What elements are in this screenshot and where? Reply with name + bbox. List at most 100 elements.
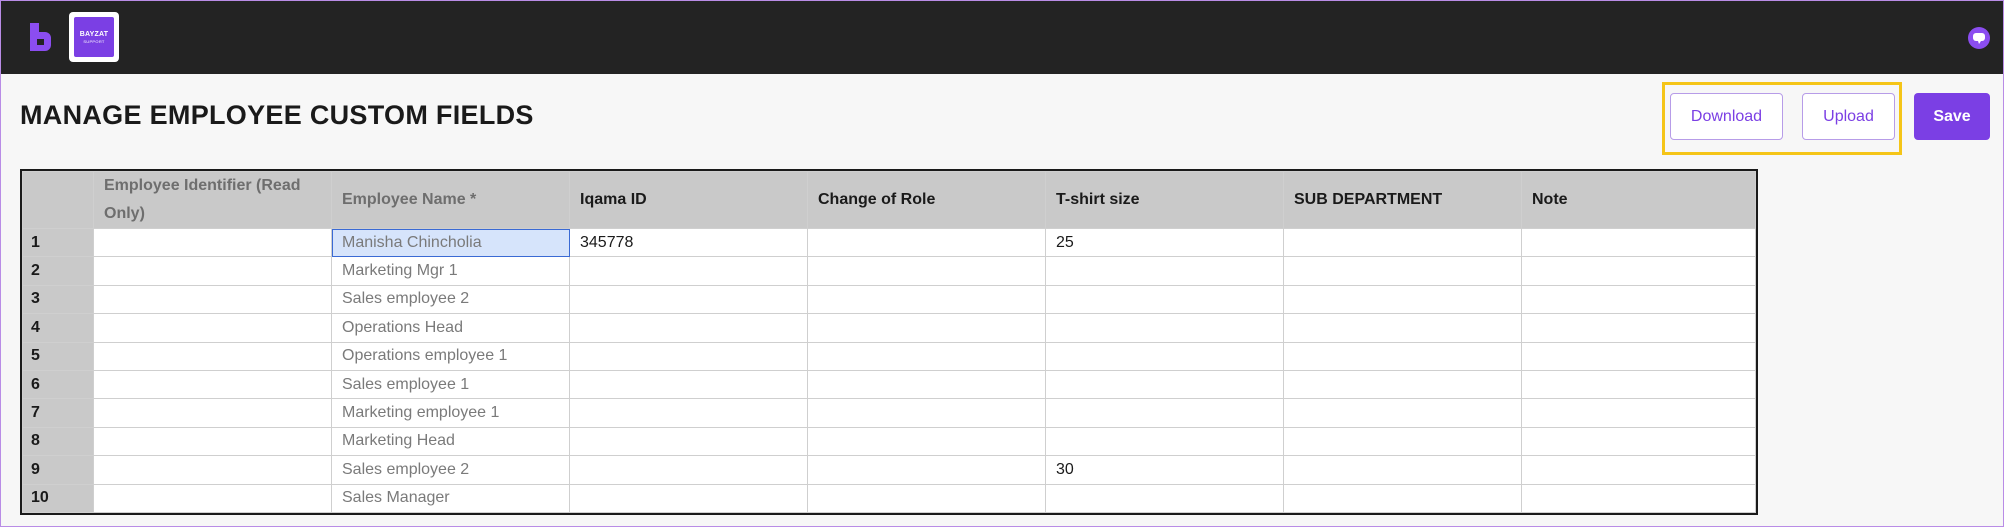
cell-note[interactable] [1521, 256, 1756, 286]
cell-employee-identifier [93, 483, 332, 513]
bayzat-b-logo-icon[interactable] [27, 21, 53, 53]
cell-note[interactable] [1521, 227, 1756, 258]
cell-tshirt-size[interactable]: 25 [1045, 227, 1284, 258]
row-number: 3 [22, 284, 94, 315]
cell-iqama-id[interactable] [569, 483, 808, 513]
column-header-sub-department[interactable]: SUB DEPARTMENT [1283, 171, 1522, 229]
top-navigation-bar: BAYZAT SUPPORT [1, 1, 2003, 74]
cell-change-of-role[interactable] [807, 227, 1046, 258]
cell-tshirt-size[interactable] [1045, 284, 1284, 315]
custom-fields-table: Employee Identifier (Read Only) Employee… [22, 171, 1756, 513]
row-number: 9 [22, 455, 94, 485]
cell-iqama-id[interactable] [569, 256, 808, 286]
cell-sub-department[interactable] [1283, 227, 1522, 258]
cell-employee-identifier [93, 426, 332, 457]
cell-employee-name[interactable]: Sales employee 2 [331, 284, 570, 315]
cell-sub-department[interactable] [1283, 483, 1522, 513]
cell-sub-department[interactable] [1283, 369, 1522, 400]
cell-change-of-role[interactable] [807, 284, 1046, 315]
cell-tshirt-size[interactable] [1045, 256, 1284, 286]
upload-button[interactable]: Upload [1802, 93, 1895, 140]
cell-employee-identifier [93, 256, 332, 286]
column-header-change-of-role[interactable]: Change of Role [807, 171, 1046, 229]
cell-change-of-role[interactable] [807, 455, 1046, 485]
cell-sub-department[interactable] [1283, 256, 1522, 286]
table-row: 1 Manisha Chincholia 345778 25 [22, 227, 1756, 258]
cell-employee-name[interactable]: Sales employee 2 [331, 455, 570, 485]
cell-change-of-role[interactable] [807, 426, 1046, 457]
cell-employee-identifier [93, 369, 332, 400]
cell-employee-name[interactable]: Marketing employee 1 [331, 398, 570, 428]
cell-iqama-id[interactable] [569, 313, 808, 343]
row-number-header [22, 171, 94, 229]
cell-tshirt-size[interactable] [1045, 341, 1284, 371]
save-button[interactable]: Save [1914, 93, 1990, 140]
cell-change-of-role[interactable] [807, 256, 1046, 286]
cell-iqama-id[interactable] [569, 284, 808, 315]
cell-note[interactable] [1521, 313, 1756, 343]
cell-sub-department[interactable] [1283, 426, 1522, 457]
cell-change-of-role[interactable] [807, 313, 1046, 343]
cell-iqama-id[interactable] [569, 426, 808, 457]
table-row: 10 Sales Manager [22, 483, 1756, 513]
cell-sub-department[interactable] [1283, 341, 1522, 371]
cell-change-of-role[interactable] [807, 369, 1046, 400]
cell-tshirt-size[interactable] [1045, 369, 1284, 400]
cell-sub-department[interactable] [1283, 313, 1522, 343]
table-row: 5 Operations employee 1 [22, 341, 1756, 371]
page-title: MANAGE EMPLOYEE CUSTOM FIELDS [20, 100, 534, 130]
table-row: 9 Sales employee 2 30 [22, 455, 1756, 485]
chat-support-icon[interactable] [1967, 26, 1991, 50]
cell-note[interactable] [1521, 455, 1756, 485]
cell-iqama-id[interactable] [569, 455, 808, 485]
cell-change-of-role[interactable] [807, 398, 1046, 428]
cell-tshirt-size[interactable] [1045, 483, 1284, 513]
row-number: 10 [22, 483, 94, 513]
cell-note[interactable] [1521, 369, 1756, 400]
cell-change-of-role[interactable] [807, 483, 1046, 513]
table-row: 4 Operations Head [22, 313, 1756, 343]
table-row: 7 Marketing employee 1 [22, 398, 1756, 428]
row-number: 7 [22, 398, 94, 428]
cell-note[interactable] [1521, 483, 1756, 513]
row-number: 4 [22, 313, 94, 343]
column-header-iqama-id[interactable]: Iqama ID [569, 171, 808, 229]
row-number: 5 [22, 341, 94, 371]
cell-note[interactable] [1521, 398, 1756, 428]
cell-employee-name[interactable]: Operations employee 1 [331, 341, 570, 371]
cell-iqama-id[interactable] [569, 341, 808, 371]
cell-iqama-id[interactable]: 345778 [569, 227, 808, 258]
cell-note[interactable] [1521, 284, 1756, 315]
row-number: 6 [22, 369, 94, 400]
company-logo[interactable]: BAYZAT SUPPORT [69, 12, 119, 62]
cell-note[interactable] [1521, 426, 1756, 457]
table-row: 2 Marketing Mgr 1 [22, 256, 1756, 286]
column-header-employee-identifier[interactable]: Employee Identifier (Read Only) [93, 171, 332, 229]
download-button[interactable]: Download [1670, 93, 1783, 140]
cell-iqama-id[interactable] [569, 398, 808, 428]
cell-employee-name[interactable]: Marketing Mgr 1 [331, 256, 570, 286]
company-logo-subtext: SUPPORT [83, 38, 105, 44]
cell-tshirt-size[interactable] [1045, 398, 1284, 428]
cell-iqama-id[interactable] [569, 369, 808, 400]
cell-sub-department[interactable] [1283, 455, 1522, 485]
cell-sub-department[interactable] [1283, 398, 1522, 428]
cell-tshirt-size[interactable] [1045, 313, 1284, 343]
cell-employee-name[interactable]: Marketing Head [331, 426, 570, 457]
cell-sub-department[interactable] [1283, 284, 1522, 315]
cell-change-of-role[interactable] [807, 341, 1046, 371]
table-body: 1 Manisha Chincholia 345778 25 2 Marketing Mg… [22, 227, 1756, 513]
cell-employee-name[interactable]: Sales Manager [331, 483, 570, 513]
custom-fields-spreadsheet: Employee Identifier (Read Only) Employee… [20, 169, 1758, 515]
cell-tshirt-size[interactable]: 30 [1045, 455, 1284, 485]
cell-note[interactable] [1521, 341, 1756, 371]
cell-employee-identifier [93, 313, 332, 343]
cell-employee-name[interactable]: Sales employee 1 [331, 369, 570, 400]
cell-employee-name[interactable]: Manisha Chincholia [331, 227, 570, 258]
table-header-row: Employee Identifier (Read Only) Employee… [22, 171, 1756, 229]
cell-employee-name[interactable]: Operations Head [331, 313, 570, 343]
cell-tshirt-size[interactable] [1045, 426, 1284, 457]
column-header-employee-name[interactable]: Employee Name * [331, 171, 570, 229]
column-header-tshirt-size[interactable]: T-shirt size [1045, 171, 1284, 229]
column-header-note[interactable]: Note [1521, 171, 1756, 229]
